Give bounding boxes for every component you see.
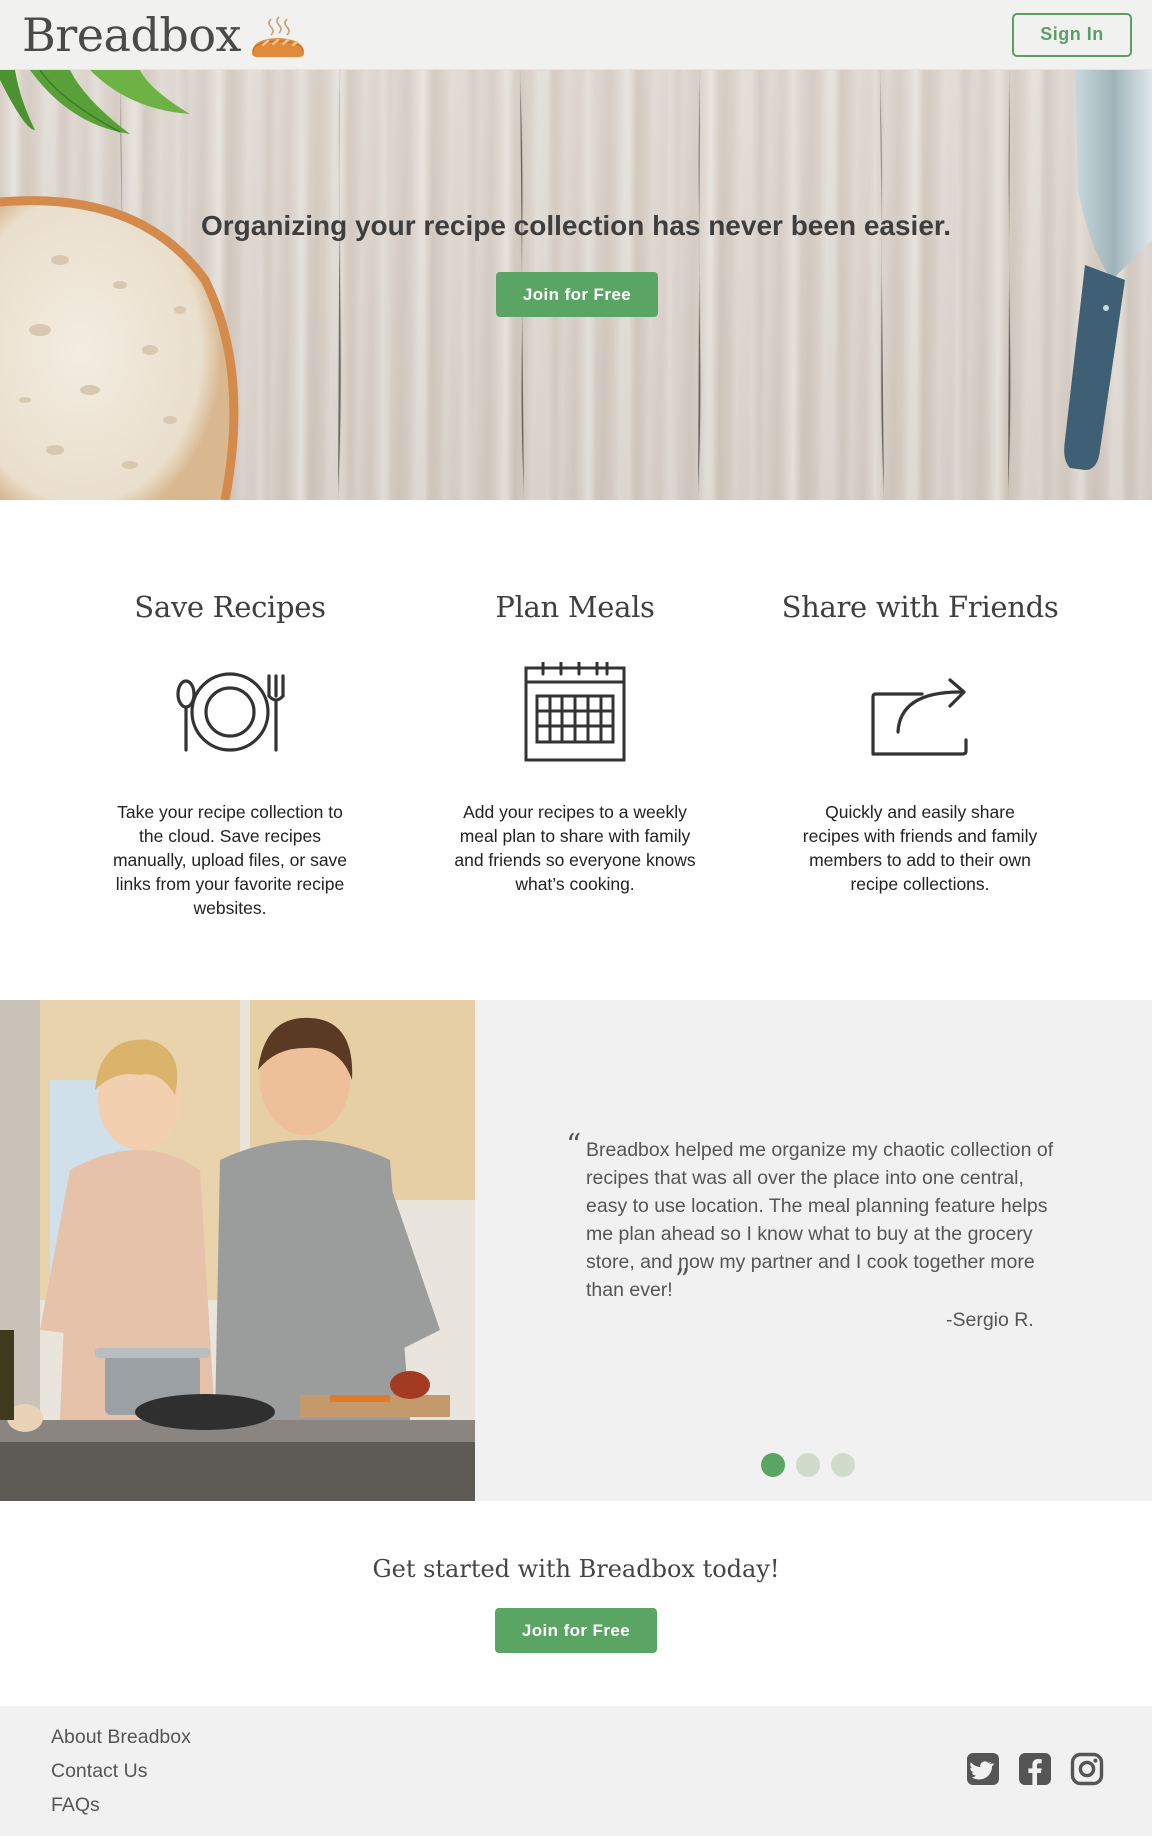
carousel-dots	[761, 1453, 855, 1477]
testimonial-quote: “ Breadbox helped me organize my chaotic…	[566, 1128, 1066, 1304]
brand-name: Breadbox	[22, 7, 241, 62]
site-header: Breadbox Sign In	[0, 0, 1152, 70]
instagram-icon[interactable]	[1070, 1752, 1104, 1786]
share-arrow-icon	[871, 678, 968, 756]
couple-cooking-photo	[0, 1000, 475, 1501]
feature-title: Share with Friends	[781, 590, 1059, 624]
sign-in-button[interactable]: Sign In	[1012, 12, 1132, 57]
footer-link-item: Contact Us	[51, 1760, 191, 1783]
join-free-button[interactable]: Join for Free	[496, 272, 658, 317]
hero-title: Organizing your recipe collection has ne…	[200, 210, 952, 241]
quote-open-mark: “	[566, 1128, 582, 1163]
features-section: Save Recipes Take your recipe collection…	[0, 500, 1152, 1000]
couple-cooking-image	[0, 1000, 475, 1501]
carousel-dot-2[interactable]	[796, 1453, 820, 1477]
footer-link-contact[interactable]: Contact Us	[51, 1760, 147, 1782]
cta-section: Get started with Breadbox today! Join fo…	[0, 1501, 1152, 1706]
join-free-button-bottom[interactable]: Join for Free	[495, 1608, 657, 1653]
quote-close-mark: ”	[674, 1263, 691, 1298]
footer-link-item: About Breadbox	[51, 1726, 191, 1749]
bread-loaf-icon	[251, 15, 304, 57]
carousel-dot-1[interactable]	[761, 1453, 785, 1477]
feature-save-recipes: Save Recipes Take your recipe collection…	[80, 590, 380, 920]
footer-link-about[interactable]: About Breadbox	[51, 1726, 191, 1748]
quote-text: Breadbox helped me organize my chaotic c…	[586, 1136, 1066, 1304]
cta-title: Get started with Breadbox today!	[372, 1555, 780, 1583]
feature-title: Save Recipes	[134, 590, 326, 624]
calendar-icon	[524, 662, 626, 762]
feature-description: Add your recipes to a weekly meal plan t…	[454, 802, 696, 894]
twitter-icon[interactable]	[966, 1752, 1000, 1786]
feature-plan-meals: Plan Meals Add your recipes to a weekly …	[425, 590, 725, 896]
feature-description: Take your recipe collection to the cloud…	[112, 802, 348, 918]
testimonial-section: “ Breadbox helped me organize my chaotic…	[0, 1000, 1152, 1501]
footer-link-faqs[interactable]: FAQs	[51, 1794, 100, 1816]
plate-fork-knife-icon	[176, 672, 285, 752]
facebook-icon[interactable]	[1018, 1752, 1052, 1786]
footer-link-item: FAQs	[51, 1794, 191, 1817]
social-links	[966, 1752, 1104, 1786]
site-footer: About Breadbox Contact Us FAQs	[0, 1706, 1152, 1836]
hero-section: Organizing your recipe collection has ne…	[0, 70, 1152, 500]
carousel-dot-3[interactable]	[831, 1453, 855, 1477]
feature-description: Quickly and easily share recipes with fr…	[802, 802, 1038, 894]
quote-body: Breadbox helped me organize my chaotic c…	[586, 1139, 1054, 1301]
feature-title: Plan Meals	[495, 590, 655, 624]
feature-share-friends: Share with Friends Quickly and easily sh…	[770, 590, 1070, 896]
quote-author: -Sergio R.	[946, 1309, 1034, 1331]
footer-links: About Breadbox Contact Us FAQs	[51, 1726, 191, 1828]
brand[interactable]: Breadbox	[22, 8, 307, 62]
